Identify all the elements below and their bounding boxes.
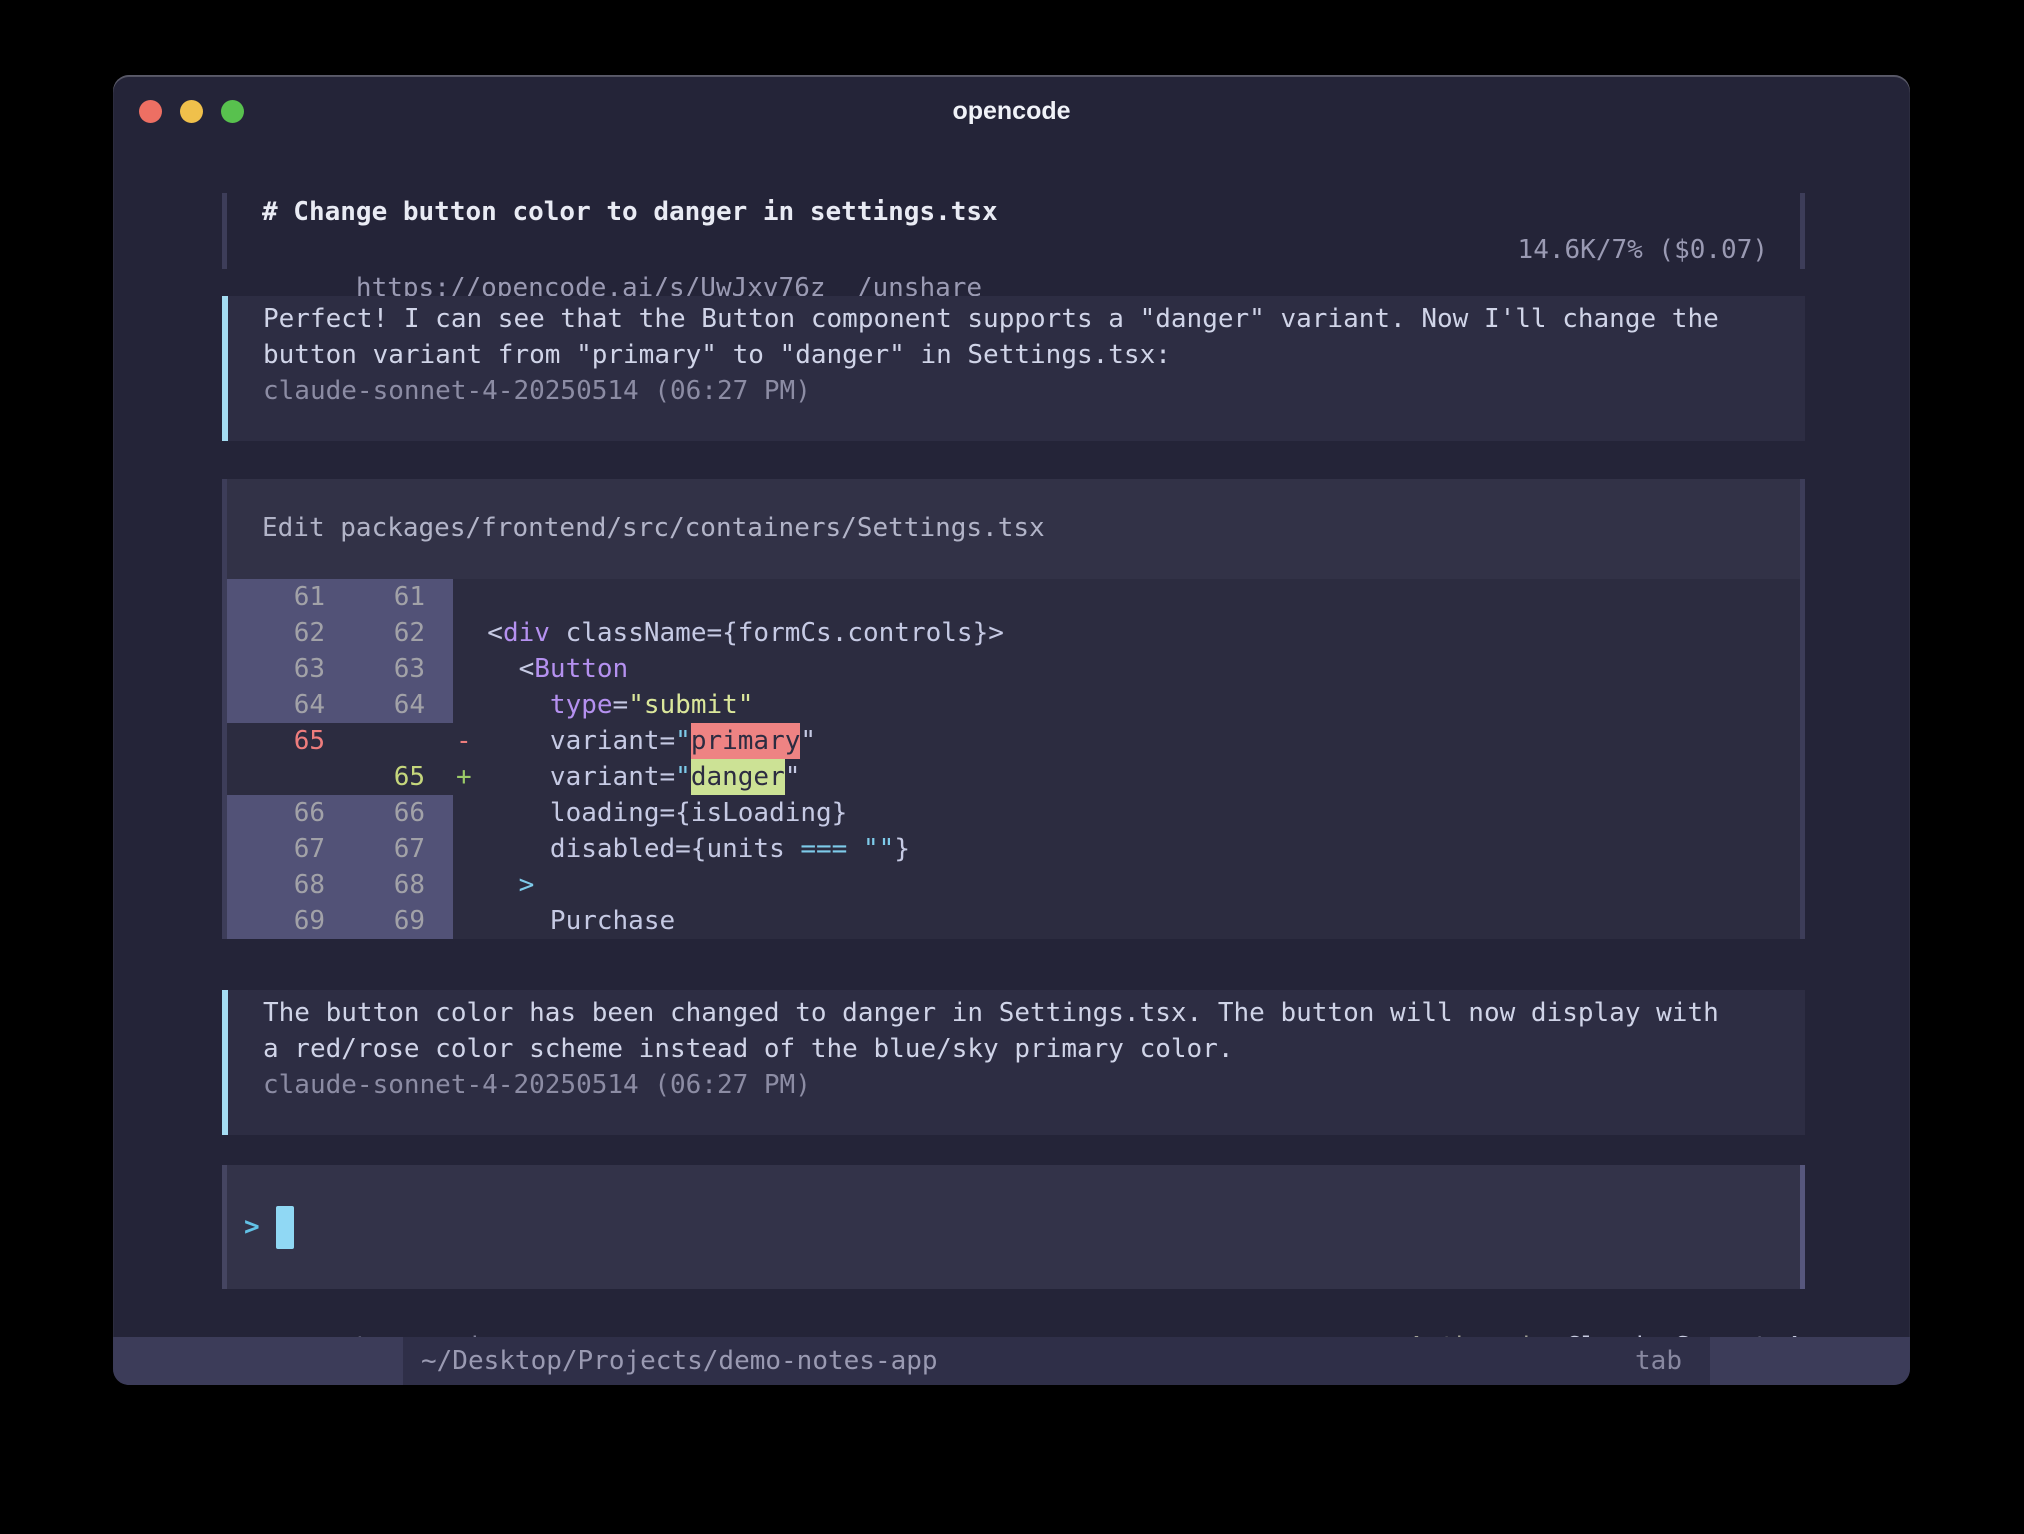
old-line-number: 68 [227, 867, 340, 903]
diff-row: 65+ variant="danger" [227, 759, 1800, 795]
status-bar: opencodev0.3.11 ~/Desktop/Projects/demo-… [113, 1337, 1910, 1385]
prompt-input[interactable]: > [222, 1165, 1805, 1289]
diff-row: 6161 [227, 579, 1800, 615]
old-line-number: 61 [227, 579, 340, 615]
diff-card-right-border [1800, 479, 1805, 939]
tab-key-hint[interactable]: tab [1635, 1337, 1682, 1385]
diff-row: 6969 Purchase [227, 903, 1800, 939]
new-line-number: 69 [340, 903, 453, 939]
message-text-line: The button color has been changed to dan… [263, 995, 1805, 1031]
session-header: # Change button color to danger in setti… [222, 193, 1805, 269]
assistant-message: Perfect! I can see that the Button compo… [222, 296, 1805, 441]
new-line-number: 65 [340, 759, 453, 795]
message-text-line: a red/rose color scheme instead of the b… [263, 1031, 1805, 1067]
old-line-number: 66 [227, 795, 340, 831]
old-line-number: 67 [227, 831, 340, 867]
diff-row: 6464 type="submit" [227, 687, 1800, 723]
diff-code-line: <div className={formCs.controls}> [453, 615, 1800, 651]
titlebar: opencode [113, 75, 1910, 147]
diff-file-title: Edit packages/frontend/src/containers/Se… [227, 479, 1800, 579]
old-line-number: 69 [227, 903, 340, 939]
diff-row: 6767 disabled={units === ""} [227, 831, 1800, 867]
working-directory: ~/Desktop/Projects/demo-notes-app [421, 1337, 1635, 1385]
old-line-number: 62 [227, 615, 340, 651]
text-cursor [276, 1206, 294, 1249]
edit-tool-diff-card: Edit packages/frontend/src/containers/Se… [222, 479, 1805, 939]
input-right-border [1800, 1165, 1805, 1289]
old-line-number: 65 [227, 723, 340, 759]
new-line-number: 63 [340, 651, 453, 687]
diff-code-line: + variant="danger" [453, 759, 1800, 795]
session-title: # Change button color to danger in setti… [222, 193, 1805, 231]
assistant-message: The button color has been changed to dan… [222, 990, 1805, 1135]
diff-row: 6868 > [227, 867, 1800, 903]
old-line-number: 63 [227, 651, 340, 687]
old-line-number: 64 [227, 687, 340, 723]
token-cost-stats: 14.6K/7% ($0.07) [1518, 231, 1768, 269]
diff-row: 6262 <div className={formCs.controls}> [227, 615, 1800, 651]
new-line-number [340, 723, 453, 759]
message-model-timestamp: claude-sonnet-4-20250514 (06:27 PM) [263, 1067, 1805, 1103]
diff-code-line: disabled={units === ""} [453, 831, 1800, 867]
input-left-border [222, 1165, 227, 1289]
diff-code-line [453, 579, 1800, 615]
new-line-number: 67 [340, 831, 453, 867]
new-line-number: 64 [340, 687, 453, 723]
diff-row: 6666 loading={isLoading} [227, 795, 1800, 831]
diff-code-line: > [453, 867, 1800, 903]
diff-code-line: <Button [453, 651, 1800, 687]
diff-code-line: - variant="primary" [453, 723, 1800, 759]
prompt-caret: > [244, 1209, 260, 1245]
diff-code-line: type="submit" [453, 687, 1800, 723]
new-line-number: 62 [340, 615, 453, 651]
app-version-chip: opencodev0.3.11 [113, 1337, 403, 1385]
diff-row: 65 - variant="primary" [227, 723, 1800, 759]
window-title: opencode [113, 75, 1910, 147]
message-text-line: Perfect! I can see that the Button compo… [263, 301, 1805, 337]
new-line-number: 61 [340, 579, 453, 615]
opencode-window: opencode # Change button color to danger… [113, 75, 1910, 1385]
message-text-line: button variant from "primary" to "danger… [263, 337, 1805, 373]
footer-hints: entersend AnthropicClaude Sonnet 4 [222, 1293, 1805, 1329]
diff-code-line: Purchase [453, 903, 1800, 939]
diff-body: 61616262 <div className={formCs.controls… [227, 579, 1800, 939]
old-line-number [227, 759, 340, 795]
diff-code-line: loading={isLoading} [453, 795, 1800, 831]
message-model-timestamp: claude-sonnet-4-20250514 (06:27 PM) [263, 373, 1805, 409]
new-line-number: 68 [340, 867, 453, 903]
diff-row: 6363 <Button [227, 651, 1800, 687]
new-line-number: 66 [340, 795, 453, 831]
mode-chip[interactable]: BUILDMODE [1710, 1337, 1910, 1385]
